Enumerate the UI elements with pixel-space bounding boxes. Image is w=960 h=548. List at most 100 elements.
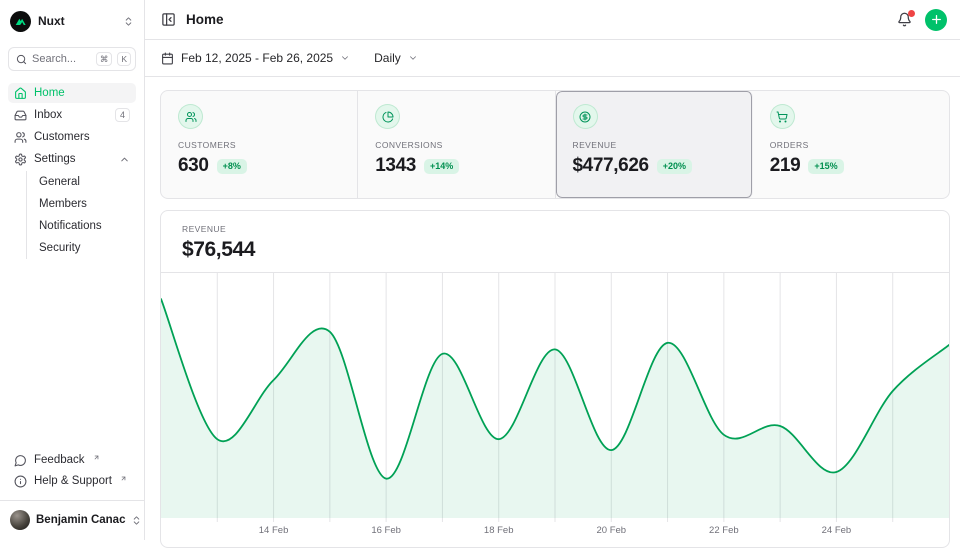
chevron-down-icon <box>408 53 418 63</box>
help-support-link[interactable]: Help & Support <box>8 471 136 491</box>
users-icon <box>14 131 27 144</box>
page-title: Home <box>186 12 224 27</box>
granularity-select[interactable]: Daily <box>374 51 418 65</box>
home-icon <box>14 87 27 100</box>
sub-item-label: General <box>39 176 80 188</box>
sidebar-item-notifications[interactable]: Notifications <box>39 215 136 237</box>
stat-delta-badge: +15% <box>808 159 843 174</box>
stat-value: 630 <box>178 155 209 177</box>
revenue-area-chart[interactable] <box>161 273 949 522</box>
settings-subtree: General Members Notifications Security <box>26 171 136 259</box>
filters-toolbar: Feb 12, 2025 - Feb 26, 2025 Daily <box>145 40 960 77</box>
date-range-picker[interactable]: Feb 12, 2025 - Feb 26, 2025 <box>161 51 350 65</box>
add-button[interactable] <box>925 9 947 31</box>
x-axis-label: 22 Feb <box>709 525 739 536</box>
sidebar-item-home[interactable]: Home <box>8 83 136 103</box>
gear-icon <box>14 153 27 166</box>
stat-delta-badge: +14% <box>424 159 459 174</box>
calendar-icon <box>161 52 174 65</box>
sidebar-item-general[interactable]: General <box>39 171 136 193</box>
external-link-icon <box>120 475 127 482</box>
stat-card-revenue[interactable]: REVENUE $477,626 +20% <box>556 91 753 198</box>
message-bubble-icon <box>14 454 27 467</box>
stat-card-customers[interactable]: CUSTOMERS 630 +8% <box>161 91 358 198</box>
main-area: Home Feb 12, 2025 - Feb 26, 2025 <box>145 0 960 540</box>
team-switcher[interactable]: Nuxt <box>8 8 136 34</box>
notifications-button[interactable] <box>897 12 912 27</box>
header-actions <box>897 9 947 31</box>
info-circle-icon <box>14 475 27 488</box>
team-name: Nuxt <box>38 14 65 28</box>
panel-left-close-icon[interactable] <box>161 12 176 27</box>
sidebar-item-label: Customers <box>34 131 90 143</box>
sidebar-item-label: Inbox <box>34 109 62 121</box>
user-avatar <box>10 510 30 530</box>
sidebar-item-label: Home <box>34 87 65 99</box>
notification-dot <box>908 10 915 17</box>
sidebar-item-settings[interactable]: Settings <box>8 149 136 169</box>
sidebar-footer: Feedback Help & Support <box>8 450 136 492</box>
chart-metric-value: $76,544 <box>182 238 928 262</box>
feedback-link[interactable]: Feedback <box>8 450 136 470</box>
date-range-value: Feb 12, 2025 - Feb 26, 2025 <box>181 51 333 65</box>
chart-plot <box>161 273 949 522</box>
x-axis-label: 20 Feb <box>596 525 626 536</box>
external-link-icon <box>93 454 100 461</box>
sub-item-label: Notifications <box>39 220 102 232</box>
chevron-up-icon <box>119 154 130 165</box>
stat-card-orders[interactable]: ORDERS 219 +15% <box>753 91 949 198</box>
plus-icon <box>930 13 943 26</box>
users-icon <box>178 104 203 129</box>
page-content: CUSTOMERS 630 +8% CONVERSIONS 1343 +14% <box>145 77 960 548</box>
user-name: Benjamin Canac <box>36 514 125 526</box>
chevrons-up-down-icon <box>123 16 134 27</box>
pie-chart-icon <box>375 104 400 129</box>
x-axis: 14 Feb 16 Feb 18 Feb 20 Feb 22 Feb 24 Feb <box>161 522 949 538</box>
page-header: Home <box>145 0 960 40</box>
stat-value: 219 <box>770 155 801 177</box>
user-menu[interactable]: Benjamin Canac <box>8 501 136 532</box>
stat-label: CUSTOMERS <box>178 140 340 150</box>
stat-delta-badge: +8% <box>217 159 247 174</box>
search-placeholder: Search... <box>32 53 91 65</box>
stats-row: CUSTOMERS 630 +8% CONVERSIONS 1343 +14% <box>160 90 950 199</box>
chart-header: REVENUE $76,544 <box>161 211 949 273</box>
stat-card-conversions[interactable]: CONVERSIONS 1343 +14% <box>358 91 555 198</box>
search-icon <box>16 54 27 65</box>
nuxt-logo-icon <box>10 11 31 32</box>
revenue-chart-card: REVENUE $76,544 14 Feb 16 Feb 18 Feb 20 Feb… <box>160 210 950 548</box>
x-axis-label: 14 Feb <box>259 525 289 536</box>
search-input[interactable]: Search... ⌘ K <box>8 47 136 71</box>
inbox-count-badge: 4 <box>115 108 130 122</box>
sidebar: Nuxt Search... ⌘ K Home <box>0 0 145 540</box>
stat-label: ORDERS <box>770 140 932 150</box>
shopping-cart-icon <box>770 104 795 129</box>
granularity-value: Daily <box>374 51 401 65</box>
x-axis-label: 16 Feb <box>371 525 401 536</box>
x-axis-label: 18 Feb <box>484 525 514 536</box>
sidebar-spacer <box>8 259 136 450</box>
stat-label: CONVERSIONS <box>375 140 537 150</box>
sub-item-label: Security <box>39 242 81 254</box>
stat-value: 1343 <box>375 155 416 177</box>
inbox-icon <box>14 109 27 122</box>
sidebar-item-security[interactable]: Security <box>39 237 136 259</box>
stat-value: $477,626 <box>573 155 649 177</box>
stat-label: REVENUE <box>573 140 735 150</box>
kbd-meta: ⌘ <box>96 52 113 67</box>
sidebar-item-inbox[interactable]: Inbox 4 <box>8 105 136 125</box>
sidebar-item-members[interactable]: Members <box>39 193 136 215</box>
dashboard-app: Nuxt Search... ⌘ K Home <box>0 0 960 540</box>
stat-delta-badge: +20% <box>657 159 692 174</box>
footer-item-label: Feedback <box>34 454 85 466</box>
sidebar-item-label: Settings <box>34 153 76 165</box>
chevrons-up-down-icon <box>131 515 142 526</box>
kbd-k: K <box>117 52 131 67</box>
chevron-down-icon <box>340 53 350 63</box>
x-axis-label: 24 Feb <box>822 525 852 536</box>
sidebar-item-customers[interactable]: Customers <box>8 127 136 147</box>
sidebar-nav: Home Inbox 4 Customers Settings <box>8 83 136 259</box>
dollar-circle-icon <box>573 104 598 129</box>
sub-item-label: Members <box>39 198 87 210</box>
footer-item-label: Help & Support <box>34 475 112 487</box>
